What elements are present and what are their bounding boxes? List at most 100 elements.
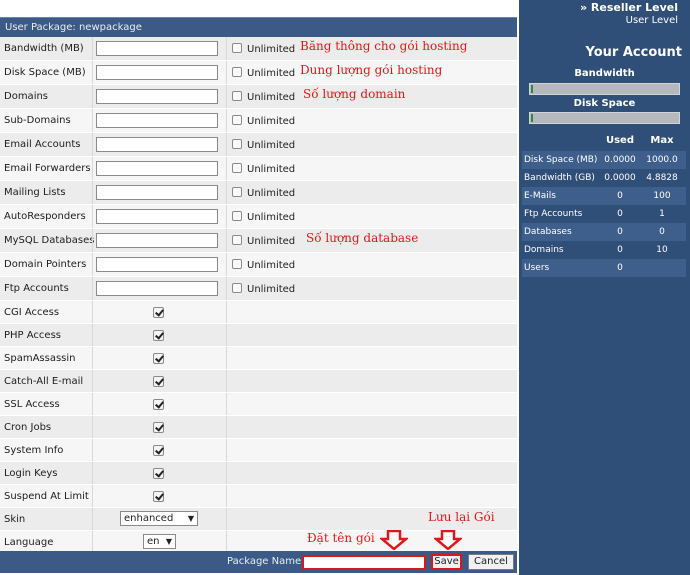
chevron-down-icon: ▼	[187, 514, 194, 523]
email-accounts-unlimited-checkbox[interactable]	[232, 139, 242, 149]
bandwidth-usage-bar	[529, 83, 680, 95]
feature-row-login-keys: Login Keys	[0, 462, 517, 485]
limit-label: Email Forwarders	[4, 163, 91, 174]
suspend-at-limit-checkbox[interactable]	[153, 491, 164, 502]
ftp-accounts-unlimited-checkbox[interactable]	[232, 283, 242, 293]
skin-select[interactable]: enhanced ▼	[120, 511, 198, 526]
unlimited-label: Unlimited	[247, 284, 296, 295]
bandwidth-label: Bandwidth	[574, 68, 635, 79]
limit-row-autoresponders: AutoResponders Unlimited	[0, 205, 517, 229]
bandwidth-input[interactable]	[96, 41, 218, 56]
autoresponders-input[interactable]	[96, 209, 218, 224]
disk-space-input[interactable]	[96, 65, 218, 80]
cancel-button[interactable]: Cancel	[468, 554, 514, 570]
usage-row: Databases 0 0	[522, 223, 686, 241]
disk-space-usage-bar	[529, 112, 680, 124]
feature-label: System Info	[4, 445, 64, 456]
save-button[interactable]: Save	[431, 554, 462, 570]
limit-row-ftp-accounts: Ftp Accounts Unlimited	[0, 277, 517, 301]
cron-jobs-checkbox[interactable]	[153, 422, 164, 433]
unlimited-label: Unlimited	[247, 260, 296, 271]
usage-name: E-Mails	[524, 191, 556, 201]
unlimited-label: Unlimited	[247, 68, 296, 79]
usage-row: Disk Space (MB) 0.0000 1000.0	[522, 151, 686, 169]
package-name-input[interactable]	[302, 555, 426, 570]
unlimited-label: Unlimited	[247, 140, 296, 151]
limit-label: Email Accounts	[4, 139, 81, 150]
limit-row-email-forwarders: Email Forwarders Unlimited	[0, 157, 517, 181]
feature-row-cron-jobs: Cron Jobs	[0, 416, 517, 439]
reseller-level-link[interactable]: » Reseller Level	[580, 1, 678, 14]
usage-used: 0.0000	[604, 173, 636, 183]
email-forwarders-input[interactable]	[96, 161, 218, 176]
limit-row-mysql-databases: MySQL Databases Unlimited Số lượng datab…	[0, 229, 517, 253]
sub-domains-unlimited-checkbox[interactable]	[232, 115, 242, 125]
feature-row-system-info: System Info	[0, 439, 517, 462]
login-keys-checkbox[interactable]	[153, 468, 164, 479]
limit-row-email-accounts: Email Accounts Unlimited	[0, 133, 517, 157]
mailing-lists-input[interactable]	[96, 185, 218, 200]
feature-label: CGI Access	[4, 307, 60, 318]
feature-label: Login Keys	[4, 468, 58, 479]
your-account-title: Your Account	[585, 45, 682, 60]
bandwidth-note: Băng thông cho gói hosting	[300, 39, 468, 53]
catch-all-checkbox[interactable]	[153, 376, 164, 387]
spamassassin-checkbox[interactable]	[153, 353, 164, 364]
skin-label: Skin	[4, 514, 26, 525]
usage-used: 0	[617, 245, 623, 255]
usage-max: 4.8828	[646, 173, 678, 183]
feature-row-ssl-access: SSL Access	[0, 393, 517, 416]
ftp-accounts-input[interactable]	[96, 281, 218, 296]
arrow-down-icon	[380, 530, 408, 550]
autoresponders-unlimited-checkbox[interactable]	[232, 211, 242, 221]
feature-row-spamassassin: SpamAssassin	[0, 347, 517, 370]
domains-unlimited-checkbox[interactable]	[232, 91, 242, 101]
language-select[interactable]: en ▼	[143, 534, 176, 549]
mysql-databases-input[interactable]	[96, 233, 218, 248]
main-panel: User Package: newpackage Bandwidth (MB) …	[0, 0, 519, 575]
feature-row-cgi-access: CGI Access	[0, 301, 517, 324]
feature-label: SpamAssassin	[4, 353, 76, 364]
package-header: User Package: newpackage	[0, 17, 517, 37]
domain-pointers-unlimited-checkbox[interactable]	[232, 259, 242, 269]
max-column-header: Max	[650, 135, 674, 146]
system-info-checkbox[interactable]	[153, 445, 164, 456]
unlimited-label: Unlimited	[247, 44, 296, 55]
feature-label: Suspend At Limit	[4, 491, 89, 502]
cgi-access-checkbox[interactable]	[153, 307, 164, 318]
usage-row: E-Mails 0 100	[522, 187, 686, 205]
sub-domains-input[interactable]	[96, 113, 218, 128]
unlimited-label: Unlimited	[247, 92, 296, 103]
feature-row-catch-all: Catch-All E-mail	[0, 370, 517, 393]
ssl-access-checkbox[interactable]	[153, 399, 164, 410]
mysql-databases-note: Số lượng database	[306, 231, 419, 245]
limit-row-sub-domains: Sub-Domains Unlimited	[0, 109, 517, 133]
usage-name: Disk Space (MB)	[524, 155, 598, 165]
feature-label: Cron Jobs	[4, 422, 52, 433]
limit-row-bandwidth: Bandwidth (MB) Unlimited Băng thông cho …	[0, 37, 517, 61]
php-access-checkbox[interactable]	[153, 330, 164, 341]
mailing-lists-unlimited-checkbox[interactable]	[232, 187, 242, 197]
usage-table-header: Used Max	[522, 131, 686, 151]
domain-pointers-input[interactable]	[96, 257, 218, 272]
feature-label: SSL Access	[4, 399, 60, 410]
limit-label: Mailing Lists	[4, 187, 66, 198]
limit-row-mailing-lists: Mailing Lists Unlimited	[0, 181, 517, 205]
disk-space-note: Dung lượng gói hosting	[300, 63, 443, 77]
bandwidth-unlimited-checkbox[interactable]	[232, 43, 242, 53]
usage-name: Bandwidth (GB)	[524, 173, 595, 183]
usage-name: Users	[524, 263, 550, 273]
email-forwarders-unlimited-checkbox[interactable]	[232, 163, 242, 173]
email-accounts-input[interactable]	[96, 137, 218, 152]
usage-row: Domains 0 10	[522, 241, 686, 259]
disk-space-unlimited-checkbox[interactable]	[232, 67, 242, 77]
limit-label: Domain Pointers	[4, 259, 87, 270]
domains-input[interactable]	[96, 89, 218, 104]
mysql-databases-unlimited-checkbox[interactable]	[232, 235, 242, 245]
chevron-down-icon: ▼	[165, 537, 172, 546]
limit-row-domain-pointers: Domain Pointers Unlimited	[0, 253, 517, 277]
limit-label: MySQL Databases	[4, 235, 95, 246]
feature-row-suspend-at-limit: Suspend At Limit	[0, 485, 517, 508]
limit-label: Bandwidth (MB)	[4, 43, 84, 54]
user-level-label: User Level	[625, 15, 678, 26]
